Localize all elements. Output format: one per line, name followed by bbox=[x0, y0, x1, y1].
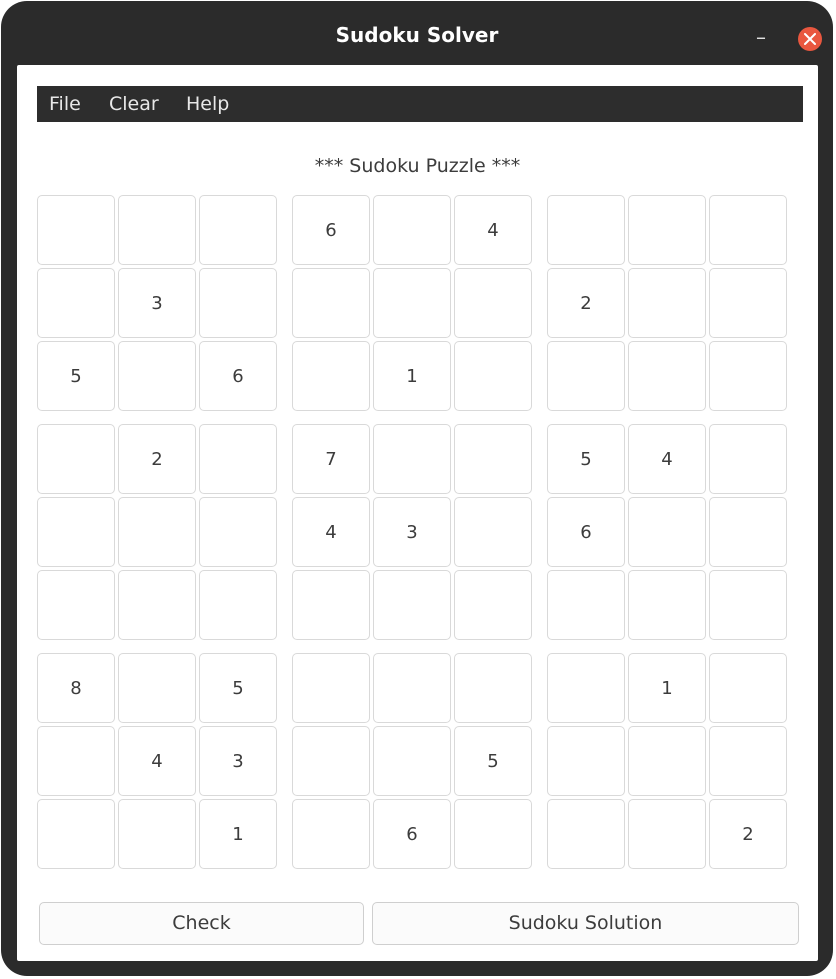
sudoku-cell-r7c2[interactable] bbox=[118, 653, 196, 723]
sudoku-cell-r6c3[interactable] bbox=[199, 570, 277, 640]
sudoku-cell-r4c4[interactable]: 7 bbox=[292, 424, 370, 494]
menu-clear[interactable]: Clear bbox=[109, 93, 159, 115]
sudoku-cell-r4c2[interactable]: 2 bbox=[118, 424, 196, 494]
sudoku-cell-r2c1[interactable] bbox=[37, 268, 115, 338]
sudoku-cell-r2c2[interactable]: 3 bbox=[118, 268, 196, 338]
sudoku-cell-r9c6[interactable] bbox=[454, 799, 532, 869]
sudoku-cell-r9c8[interactable] bbox=[628, 799, 706, 869]
sudoku-cell-r4c8[interactable]: 4 bbox=[628, 424, 706, 494]
close-icon bbox=[804, 33, 816, 45]
sudoku-cell-r9c9[interactable]: 2 bbox=[709, 799, 787, 869]
sudoku-cell-r1c1[interactable] bbox=[37, 195, 115, 265]
sudoku-cell-r2c8[interactable] bbox=[628, 268, 706, 338]
sudoku-cell-r4c3[interactable] bbox=[199, 424, 277, 494]
sudoku-cell-r8c4[interactable] bbox=[292, 726, 370, 796]
sudoku-cell-r9c2[interactable] bbox=[118, 799, 196, 869]
sudoku-cell-r8c5[interactable] bbox=[373, 726, 451, 796]
sudoku-cell-r5c8[interactable] bbox=[628, 497, 706, 567]
sudoku-cell-r2c3[interactable] bbox=[199, 268, 277, 338]
sudoku-cell-r7c7[interactable] bbox=[547, 653, 625, 723]
sudoku-cell-r3c8[interactable] bbox=[628, 341, 706, 411]
sudoku-cell-r8c9[interactable] bbox=[709, 726, 787, 796]
sudoku-cell-r3c4[interactable] bbox=[292, 341, 370, 411]
sudoku-cell-r1c4[interactable]: 6 bbox=[292, 195, 370, 265]
sudoku-cell-r3c1[interactable]: 5 bbox=[37, 341, 115, 411]
menu-help[interactable]: Help bbox=[186, 93, 229, 115]
sudoku-cell-r3c9[interactable] bbox=[709, 341, 787, 411]
sudoku-cell-r1c8[interactable] bbox=[628, 195, 706, 265]
sudoku-cell-r6c2[interactable] bbox=[118, 570, 196, 640]
menu-file[interactable]: File bbox=[49, 93, 81, 115]
sudoku-cell-r2c9[interactable] bbox=[709, 268, 787, 338]
check-button[interactable]: Check bbox=[39, 902, 364, 945]
sudoku-cell-r6c7[interactable] bbox=[547, 570, 625, 640]
sudoku-cell-r6c8[interactable] bbox=[628, 570, 706, 640]
sudoku-cell-r5c2[interactable] bbox=[118, 497, 196, 567]
sudoku-cell-r3c7[interactable] bbox=[547, 341, 625, 411]
sudoku-cell-r4c5[interactable] bbox=[373, 424, 451, 494]
main-content: File Clear Help *** Sudoku Puzzle *** 64… bbox=[17, 65, 818, 961]
sudoku-cell-r6c5[interactable] bbox=[373, 570, 451, 640]
sudoku-cell-r9c1[interactable] bbox=[37, 799, 115, 869]
sudoku-solution-button[interactable]: Sudoku Solution bbox=[372, 902, 799, 945]
sudoku-cell-r7c8[interactable]: 1 bbox=[628, 653, 706, 723]
sudoku-cell-r5c7[interactable]: 6 bbox=[547, 497, 625, 567]
sudoku-cell-r5c4[interactable]: 4 bbox=[292, 497, 370, 567]
sudoku-cell-r5c3[interactable] bbox=[199, 497, 277, 567]
sudoku-cell-r8c3[interactable]: 3 bbox=[199, 726, 277, 796]
sudoku-cell-r1c9[interactable] bbox=[709, 195, 787, 265]
sudoku-cell-r2c7[interactable]: 2 bbox=[547, 268, 625, 338]
minimize-icon: – bbox=[756, 25, 766, 49]
sudoku-cell-r6c4[interactable] bbox=[292, 570, 370, 640]
sudoku-cell-r9c3[interactable]: 1 bbox=[199, 799, 277, 869]
sudoku-cell-r3c3[interactable]: 6 bbox=[199, 341, 277, 411]
sudoku-cell-r6c1[interactable] bbox=[37, 570, 115, 640]
sudoku-cell-r7c9[interactable] bbox=[709, 653, 787, 723]
sudoku-cell-r6c9[interactable] bbox=[709, 570, 787, 640]
sudoku-cell-r4c6[interactable] bbox=[454, 424, 532, 494]
sudoku-cell-r1c5[interactable] bbox=[373, 195, 451, 265]
sudoku-cell-r8c8[interactable] bbox=[628, 726, 706, 796]
sudoku-cell-r2c4[interactable] bbox=[292, 268, 370, 338]
sudoku-cell-r5c6[interactable] bbox=[454, 497, 532, 567]
minimize-button[interactable]: – bbox=[751, 25, 771, 49]
app-window: Sudoku Solver – File Clear Help *** Sudo… bbox=[1, 1, 833, 976]
sudoku-cell-r7c1[interactable]: 8 bbox=[37, 653, 115, 723]
sudoku-cell-r2c6[interactable] bbox=[454, 268, 532, 338]
close-button[interactable] bbox=[798, 27, 822, 51]
sudoku-cell-r4c9[interactable] bbox=[709, 424, 787, 494]
sudoku-cell-r8c1[interactable] bbox=[37, 726, 115, 796]
menu-bar: File Clear Help bbox=[37, 86, 803, 122]
sudoku-cell-r6c6[interactable] bbox=[454, 570, 532, 640]
puzzle-title: *** Sudoku Puzzle *** bbox=[314, 155, 521, 177]
sudoku-cell-r9c7[interactable] bbox=[547, 799, 625, 869]
sudoku-cell-r2c5[interactable] bbox=[373, 268, 451, 338]
sudoku-cell-r8c7[interactable] bbox=[547, 726, 625, 796]
sudoku-cell-r3c2[interactable] bbox=[118, 341, 196, 411]
sudoku-cell-r5c1[interactable] bbox=[37, 497, 115, 567]
sudoku-cell-r8c6[interactable]: 5 bbox=[454, 726, 532, 796]
sudoku-cell-r7c4[interactable] bbox=[292, 653, 370, 723]
window-title: Sudoku Solver bbox=[335, 23, 499, 47]
sudoku-cell-r5c9[interactable] bbox=[709, 497, 787, 567]
sudoku-cell-r7c6[interactable] bbox=[454, 653, 532, 723]
sudoku-cell-r3c6[interactable] bbox=[454, 341, 532, 411]
sudoku-cell-r4c7[interactable]: 5 bbox=[547, 424, 625, 494]
sudoku-cell-r1c3[interactable] bbox=[199, 195, 277, 265]
sudoku-cell-r4c1[interactable] bbox=[37, 424, 115, 494]
sudoku-cell-r8c2[interactable]: 4 bbox=[118, 726, 196, 796]
title-bar[interactable]: Sudoku Solver – bbox=[1, 1, 833, 63]
sudoku-cell-r1c7[interactable] bbox=[547, 195, 625, 265]
sudoku-cell-r1c6[interactable]: 4 bbox=[454, 195, 532, 265]
sudoku-cell-r5c5[interactable]: 3 bbox=[373, 497, 451, 567]
sudoku-cell-r9c4[interactable] bbox=[292, 799, 370, 869]
sudoku-cell-r1c2[interactable] bbox=[118, 195, 196, 265]
sudoku-cell-r7c3[interactable]: 5 bbox=[199, 653, 277, 723]
sudoku-cell-r7c5[interactable] bbox=[373, 653, 451, 723]
sudoku-cell-r3c5[interactable]: 1 bbox=[373, 341, 451, 411]
sudoku-cell-r9c5[interactable]: 6 bbox=[373, 799, 451, 869]
